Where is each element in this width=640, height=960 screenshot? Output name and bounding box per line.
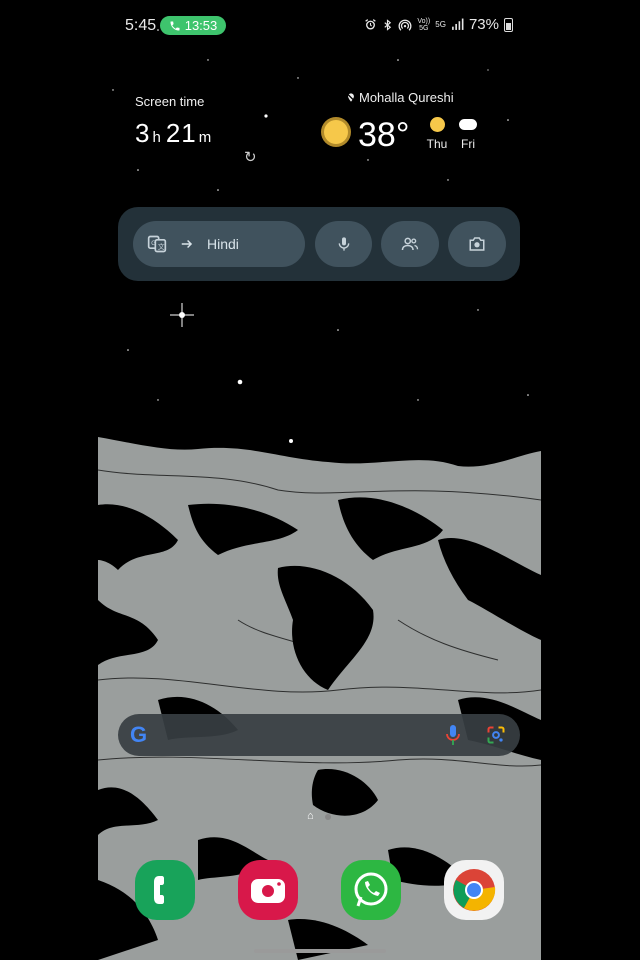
google-search-bar[interactable]: G [118,714,520,756]
chrome-app-icon[interactable] [444,860,504,920]
google-logo-text: G [130,722,148,747]
conversation-button[interactable] [381,221,439,267]
whatsapp-app-icon[interactable] [341,860,401,920]
navigation-gesture-handle[interactable] [254,949,386,953]
status-time: 5:45 [125,17,157,34]
svg-text:文: 文 [158,242,165,251]
phone-call-icon [170,21,180,30]
ongoing-call-chip[interactable]: 13:53 [160,16,226,35]
page-dot [325,814,331,820]
status-bar: 5:45 13:53 Vo)) 5G 5G 73% [98,14,541,38]
screen-time-hours-unit: h [152,129,162,146]
volte-icon: Vo)) 5G [417,17,431,32]
bluetooth-icon [384,18,392,31]
target-language: Hindi [207,236,239,252]
sun-icon [429,116,445,132]
screen-time-value: 3 h 21 m [135,118,216,149]
voice-translate-button[interactable] [315,221,372,267]
call-duration: 13:53 [184,18,218,33]
screen-time-widget[interactable]: Screen time 3 h 21 m [135,94,216,149]
translate-icon: G文 [147,235,167,253]
signal-icon [452,18,464,30]
status-icons: Vo)) 5G 5G 73% [364,16,513,33]
screen-time-minutes-unit: m [198,129,213,146]
phone-app-icon[interactable] [135,860,195,920]
location-off-icon [346,93,356,102]
hotspot-icon [398,19,412,31]
camera-icon [469,237,485,251]
screen-time-minutes: 21 [165,118,197,148]
sun-icon [324,120,348,144]
location-name: Mohalla Qureshi [359,90,454,105]
mic-icon [338,237,349,251]
home-screen: 5:45 13:53 Vo)) 5G 5G 73% Screen time 3h… [98,0,541,960]
data-5g-icon: 5G [435,20,446,29]
google-logo: G [130,724,147,746]
battery-icon [504,17,513,32]
arrow-right-icon [181,239,193,249]
translate-button[interactable]: G文 Hindi [133,221,305,267]
temperature: 38° [358,116,410,154]
voice-search-icon[interactable] [446,724,460,746]
forecast-day-label: Fri [461,137,475,151]
alarm-icon [365,19,377,30]
translate-widget: G文 Hindi [118,207,520,281]
weather-widget[interactable]: Mohalla Qureshi 38° Thu Fri [322,90,492,160]
screen-time-hours: 3 [135,118,151,148]
partly-cloudy-icon [459,112,477,130]
forecast-day-thu: Thu [422,114,452,151]
forecast-day-fri: Fri [453,112,483,151]
camera-translate-button[interactable] [448,221,506,267]
weather-location: Mohalla Qureshi [346,90,454,105]
forecast-day-label: Thu [426,137,448,151]
battery-percent: 73% [468,16,499,33]
screen-time-label: Screen time [135,94,205,109]
refresh-icon[interactable]: ↻ [244,148,257,166]
google-lens-icon[interactable] [486,725,506,745]
camera-app-icon[interactable] [238,860,298,920]
home-page-indicator-icon: ⌂ [307,810,314,822]
people-icon [401,237,419,251]
svg-text:G: G [151,240,156,247]
